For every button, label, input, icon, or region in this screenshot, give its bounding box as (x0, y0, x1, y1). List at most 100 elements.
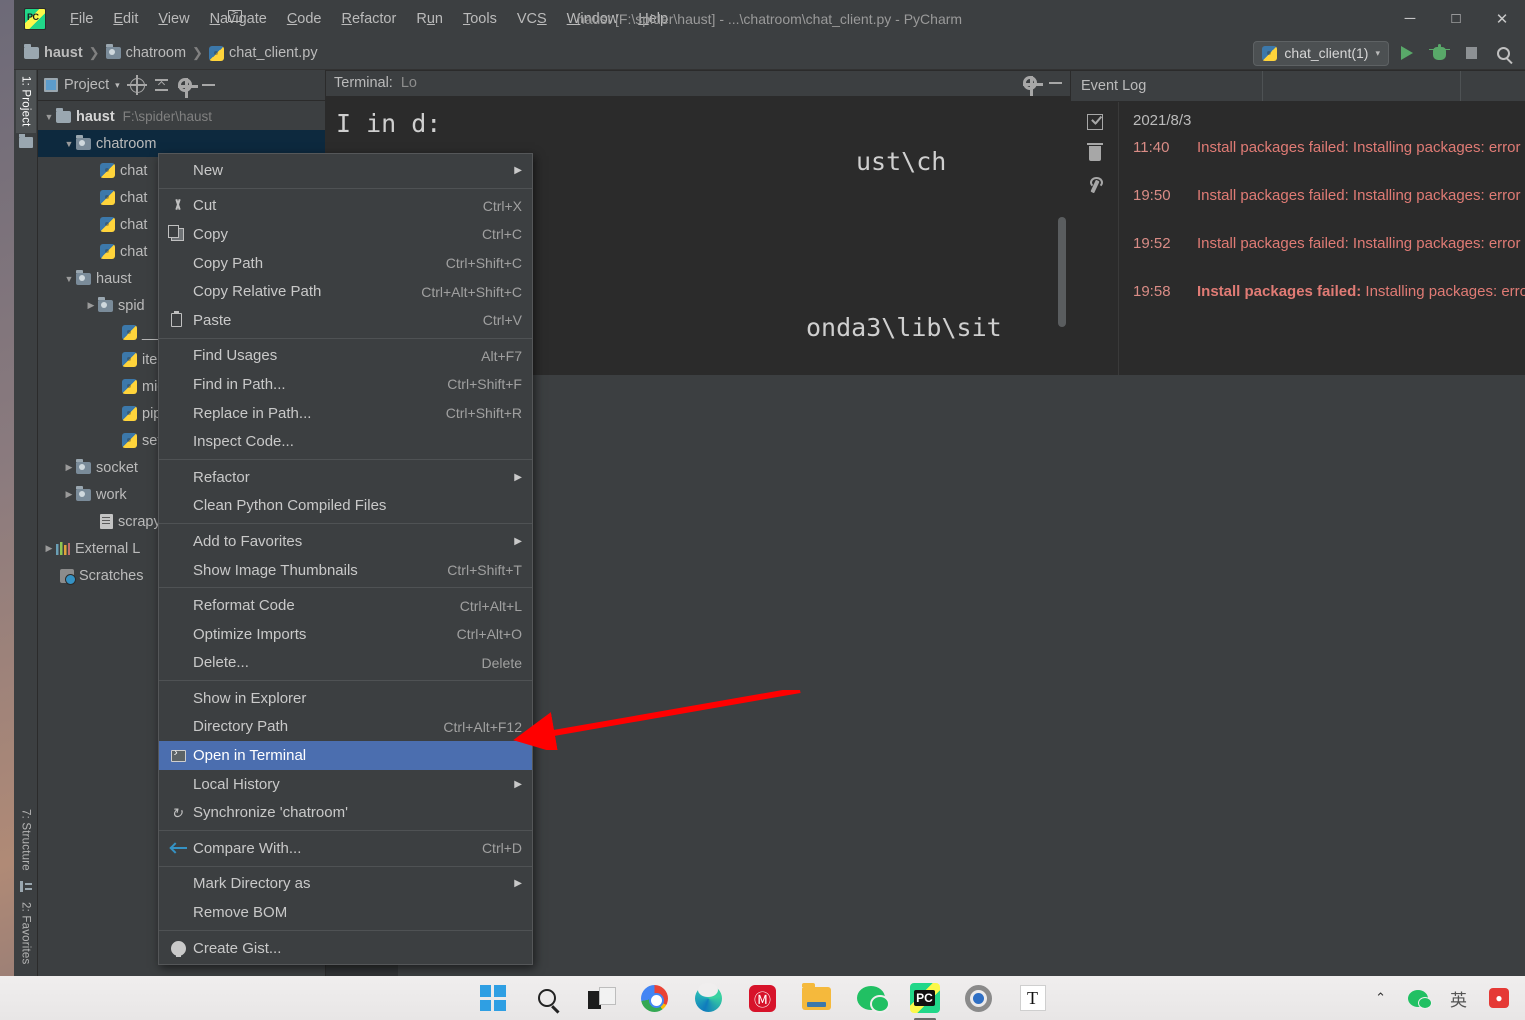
windows-start-icon[interactable] (478, 983, 508, 1013)
context-menu-shortcut: Ctrl+Alt+L (459, 597, 522, 614)
context-menu-item-new[interactable]: New ▶ (159, 156, 532, 185)
run-button[interactable] (1393, 40, 1421, 66)
menu-run[interactable]: Run (406, 7, 453, 31)
project-panel-title[interactable]: Project ▾ (44, 77, 120, 93)
context-menu-item-inspect-code[interactable]: Inspect Code... (159, 427, 532, 456)
trash-icon[interactable] (1086, 143, 1103, 161)
context-menu-item-create-gist[interactable]: Create Gist... (159, 934, 532, 963)
chrome-icon[interactable] (640, 983, 670, 1013)
search-everywhere-button[interactable] (1489, 40, 1517, 66)
context-menu-shortcut: Ctrl+V (482, 312, 522, 329)
context-menu-item-refactor[interactable]: Refactor ▶ (159, 463, 532, 492)
event-log-title-tab[interactable]: Event Log (1071, 71, 1263, 101)
context-menu-item-copy[interactable]: Copy Ctrl+C (159, 220, 532, 249)
menu-refactor[interactable]: Refactor (332, 7, 407, 31)
context-menu-item-delete[interactable]: Delete... Delete (159, 649, 532, 678)
tool-tab-structure[interactable]: 7: Structure (16, 803, 36, 877)
structure-icon (19, 880, 32, 892)
close-button[interactable]: ✕ (1479, 0, 1525, 37)
breadcrumb-folder[interactable]: chatroom (126, 45, 186, 61)
event-log-entry[interactable]: 19:52 Install packages failed: Installin… (1133, 235, 1525, 252)
tool-tab-favorites[interactable]: 2: Favorites (16, 896, 36, 970)
expand-arrow-icon[interactable]: ▶ (62, 489, 76, 500)
expand-arrow-icon[interactable]: ▼ (62, 274, 76, 284)
event-log-entry[interactable]: 11:40 Install packages failed: Installin… (1133, 139, 1525, 156)
menu-vcs[interactable]: VCS (507, 7, 557, 31)
debug-button[interactable] (1425, 40, 1453, 66)
context-menu[interactable]: New ▶ Cut Ctrl+X Copy Ctrl+C Copy Path C… (158, 153, 533, 966)
context-menu-item-compare-with[interactable]: Compare With... Ctrl+D (159, 834, 532, 863)
pycharm-icon[interactable]: PC (909, 983, 940, 1020)
expand-arrow-icon[interactable]: ▶ (84, 300, 98, 311)
gear-icon[interactable] (177, 78, 198, 98)
event-log-entry[interactable]: 19:58 Install packages failed: Installin… (1133, 283, 1525, 300)
terminal-scrollbar[interactable] (1058, 216, 1066, 327)
hide-icon[interactable] (201, 84, 215, 86)
menu-view[interactable]: View (148, 7, 199, 31)
context-menu-item-paste[interactable]: Paste Ctrl+V (159, 306, 532, 335)
stop-button[interactable] (1457, 40, 1485, 66)
project-panel-header: Project ▾ (38, 70, 325, 101)
mark-all-read-icon[interactable] (1086, 114, 1103, 130)
menu-window[interactable]: Window (557, 7, 629, 31)
event-log-entry[interactable]: 19:50 Install packages failed: Installin… (1133, 187, 1525, 204)
wrench-icon[interactable] (1087, 177, 1103, 193)
tree-row[interactable]: ▼ haust F:\spider\haust (38, 103, 325, 130)
python-file-icon (122, 379, 137, 394)
context-menu-item-remove-bom[interactable]: Remove BOM (159, 898, 532, 927)
collapse-all-icon[interactable] (154, 78, 168, 92)
context-menu-item-mark-directory-as[interactable]: Mark Directory as ▶ (159, 870, 532, 899)
file-explorer-icon[interactable] (802, 982, 832, 1013)
context-menu-item-show-image-thumbnails[interactable]: Show Image Thumbnails Ctrl+Shift+T (159, 556, 532, 585)
context-menu-item-open-in-terminal[interactable]: Open in Terminal (159, 741, 532, 770)
context-menu-item-cut[interactable]: Cut Ctrl+X (159, 192, 532, 221)
locate-icon[interactable] (126, 74, 147, 95)
context-menu-item-copy-path[interactable]: Copy Path Ctrl+Shift+C (159, 249, 532, 278)
maximize-button[interactable]: □ (1433, 0, 1479, 37)
wechat-tray-icon[interactable] (1408, 989, 1432, 1009)
run-configuration-selector[interactable]: chat_client(1) ▾ (1253, 40, 1389, 66)
expand-arrow-icon[interactable]: ▶ (62, 462, 76, 473)
menu-tools[interactable]: Tools (453, 7, 507, 31)
event-log-message: Install packages failed: Installing pack… (1197, 235, 1525, 252)
context-menu-item-show-in-explorer[interactable]: Show in Explorer (159, 684, 532, 713)
menu-help[interactable]: Help (628, 7, 678, 31)
menu-code[interactable]: Code (277, 7, 332, 31)
minimize-button[interactable]: ─ (1387, 0, 1433, 37)
menu-edit[interactable]: Edit (103, 7, 148, 31)
breadcrumb-file[interactable]: chat_client.py (229, 45, 318, 61)
context-menu-item-optimize-imports[interactable]: Optimize Imports Ctrl+Alt+O (159, 620, 532, 649)
context-menu-item-find-usages[interactable]: Find Usages Alt+F7 (159, 342, 532, 371)
expand-arrow-icon[interactable]: ▼ (42, 112, 56, 122)
context-menu-item-reformat-code[interactable]: Reformat Code Ctrl+Alt+L (159, 591, 532, 620)
menu-bar[interactable]: File Edit View Navigate Code Refactor Ru… (60, 7, 678, 31)
context-menu-item-replace-in-path[interactable]: Replace in Path... Ctrl+Shift+R (159, 399, 532, 428)
task-view-icon[interactable] (586, 983, 616, 1013)
expand-arrow-icon[interactable]: ▼ (62, 139, 76, 149)
scratches-icon (60, 568, 76, 585)
paste-icon (171, 311, 193, 328)
event-log-tool-window: Event Log 2021/8/3 11:40 Install package… (1071, 71, 1525, 375)
context-menu-item-add-to-favorites[interactable]: Add to Favorites ▶ (159, 527, 532, 556)
typora-icon[interactable]: T (1018, 983, 1048, 1013)
search-icon[interactable] (532, 983, 562, 1013)
netease-music-icon[interactable]: Ⓜ (748, 983, 778, 1013)
context-menu-item-copy-relative-path[interactable]: Copy Relative Path Ctrl+Alt+Shift+C (159, 277, 532, 306)
context-menu-item-directory-path[interactable]: Directory Path Ctrl+Alt+F12 (159, 713, 532, 742)
wechat-icon[interactable] (856, 983, 890, 1013)
breadcrumb-project[interactable]: haust (44, 45, 83, 61)
hide-icon[interactable] (1049, 82, 1062, 85)
context-menu-item-synchronize[interactable]: ↻ Synchronize 'chatroom' (159, 798, 532, 827)
gear-icon[interactable] (1023, 76, 1043, 97)
terminal-tab-label[interactable]: Lo (401, 75, 417, 91)
tool-tab-project[interactable]: 1: Project (15, 70, 36, 133)
context-menu-label: Directory Path (193, 718, 289, 736)
context-menu-item-find-in-path[interactable]: Find in Path... Ctrl+Shift+F (159, 370, 532, 399)
menu-file[interactable]: File (60, 7, 103, 31)
settings-icon[interactable] (964, 983, 994, 1013)
context-menu-item-local-history[interactable]: Local History ▶ (159, 770, 532, 799)
event-log-list[interactable]: 2021/8/3 11:40 Install packages failed: … (1119, 102, 1525, 375)
edge-icon[interactable] (694, 982, 724, 1013)
expand-arrow-icon[interactable]: ▶ (42, 543, 56, 554)
context-menu-item-clean-compiled[interactable]: Clean Python Compiled Files (159, 492, 532, 521)
